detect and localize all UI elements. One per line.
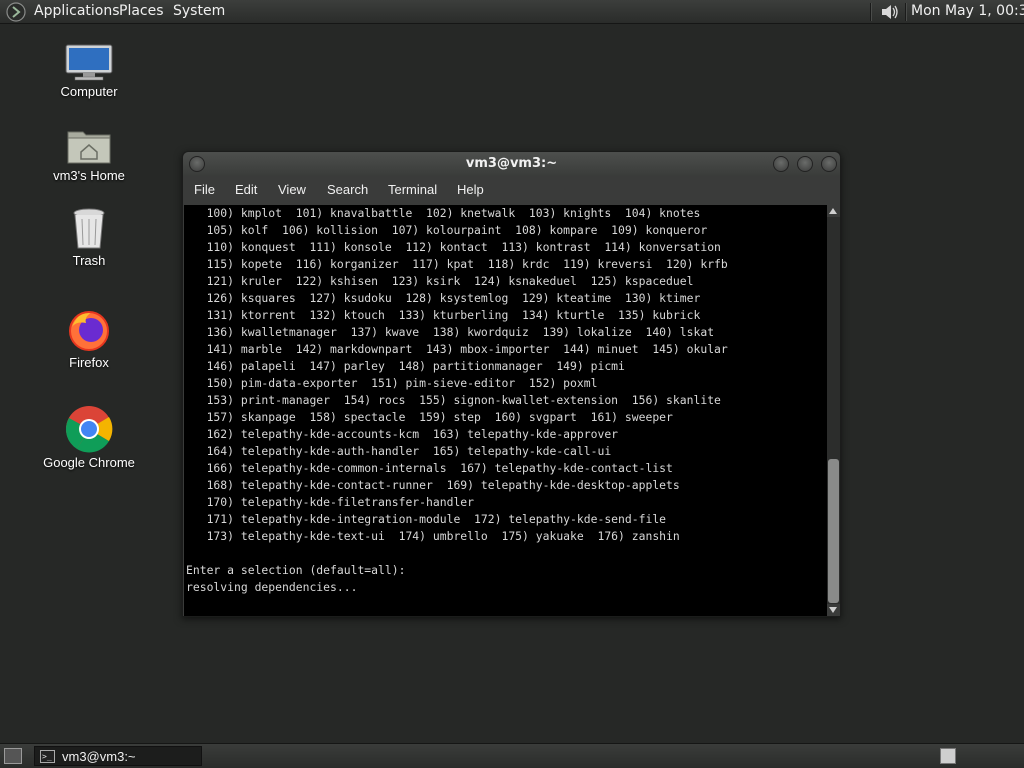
show-desktop-icon[interactable]: [4, 748, 22, 764]
terminal-line: 146) palapeli 147) parley 148) partition…: [186, 359, 625, 373]
terminal-line: 126) ksquares 127) ksudoku 128) ksysteml…: [186, 291, 701, 305]
terminal-menubar: File Edit View Search Terminal Help: [183, 176, 840, 204]
scroll-up-arrow-icon[interactable]: [827, 205, 840, 217]
maximize-button[interactable]: [797, 156, 813, 172]
applications-menu[interactable]: Applications: [34, 3, 120, 19]
menu-view[interactable]: View: [278, 182, 306, 197]
chrome-icon: [65, 406, 113, 453]
desktop-icon-label: Google Chrome: [43, 455, 135, 470]
desktop-icon-trash[interactable]: Trash: [34, 207, 144, 268]
terminal-line: Enter a selection (default=all):: [186, 563, 406, 577]
terminal-line: 136) kwalletmanager 137) kwave 138) kwor…: [186, 325, 715, 339]
desktop-icon-computer[interactable]: Computer: [34, 44, 144, 99]
menu-edit[interactable]: Edit: [235, 182, 257, 197]
menu-file[interactable]: File: [194, 182, 215, 197]
terminal-line: 162) telepathy-kde-accounts-kcm 163) tel…: [186, 427, 619, 441]
panel-separator: [905, 3, 907, 21]
places-menu[interactable]: Places: [119, 3, 164, 19]
terminal-line: 141) marble 142) markdownpart 143) mbox-…: [186, 342, 728, 356]
terminal-line: resolving dependencies...: [186, 580, 358, 594]
desktop-icon-firefox[interactable]: Firefox: [34, 307, 144, 370]
terminal-line: 100) kmplot 101) knavalbattle 102) knetw…: [186, 206, 701, 220]
home-folder-icon: [67, 131, 111, 164]
terminal-line: 166) telepathy-kde-common-internals 167)…: [186, 461, 673, 475]
menu-terminal[interactable]: Terminal: [388, 182, 437, 197]
desktop-icon-label: Computer: [60, 84, 118, 99]
window-title: vm3@vm3:~: [465, 156, 558, 171]
terminal-line: 105) kolf 106) kollision 107) kolourpain…: [186, 223, 708, 237]
desktop-icon-chrome[interactable]: Google Chrome: [34, 405, 144, 470]
scroll-down-arrow-icon[interactable]: [827, 604, 840, 616]
menu-search[interactable]: Search: [327, 182, 368, 197]
terminal-line: 173) telepathy-kde-text-ui 174) umbrello…: [186, 529, 680, 543]
terminal-line: 164) telepathy-kde-auth-handler 165) tel…: [186, 444, 612, 458]
firefox-icon: [69, 311, 109, 351]
terminal-line: 170) telepathy-kde-filetransfer-handler: [186, 495, 475, 509]
volume-icon[interactable]: [879, 2, 901, 22]
terminal-line: 171) telepathy-kde-integration-module 17…: [186, 512, 667, 526]
close-button[interactable]: [821, 156, 837, 172]
taskbar-item-label: vm3@vm3:~: [62, 749, 136, 764]
desktop-icon-label: Firefox: [69, 355, 109, 370]
gnome-foot-logo-icon[interactable]: [6, 2, 26, 22]
terminal-line: 115) kopete 116) korganizer 117) kpat 11…: [186, 257, 728, 271]
taskbar-item-terminal[interactable]: >_ vm3@vm3:~: [34, 746, 202, 766]
minimize-button[interactable]: [773, 156, 789, 172]
panel-separator: [870, 3, 872, 21]
desktop-icon-home[interactable]: vm3's Home: [34, 126, 144, 183]
terminal-line: 110) konquest 111) konsole 112) kontact …: [186, 240, 721, 254]
scroll-thumb[interactable]: [828, 459, 839, 603]
window-titlebar[interactable]: vm3@vm3:~: [183, 152, 840, 176]
terminal-line: 157) skanpage 158) spectacle 159) step 1…: [186, 410, 673, 424]
menu-help[interactable]: Help: [457, 182, 484, 197]
terminal-line: 131) ktorrent 132) ktouch 133) kturberli…: [186, 308, 701, 322]
terminal-window[interactable]: vm3@vm3:~ File Edit View Search Terminal…: [182, 151, 841, 617]
terminal-text: 100) kmplot 101) knavalbattle 102) knetw…: [186, 205, 728, 596]
desktop-icon-label: Trash: [72, 253, 106, 268]
terminal-line: 168) telepathy-kde-contact-runner 169) t…: [186, 478, 680, 492]
system-menu[interactable]: System: [173, 3, 225, 19]
clock[interactable]: Mon May 1, 00:36: [911, 3, 1024, 19]
terminal-output[interactable]: 100) kmplot 101) knavalbattle 102) knetw…: [184, 205, 827, 616]
terminal-scrollbar[interactable]: [827, 205, 840, 616]
terminal-line: 121) kruler 122) kshisen 123) ksirk 124)…: [186, 274, 694, 288]
top-panel: Applications Places System Mon May 1, 00…: [0, 0, 1024, 24]
trash-icon: [73, 208, 105, 249]
desktop-icon-label: vm3's Home: [53, 168, 125, 183]
bottom-panel: >_ vm3@vm3:~: [0, 743, 1024, 768]
workspace-switcher[interactable]: [940, 748, 956, 764]
computer-icon: [65, 44, 113, 81]
terminal-line: 150) pim-data-exporter 151) pim-sieve-ed…: [186, 376, 598, 390]
terminal-line: 153) print-manager 154) rocs 155) signon…: [186, 393, 721, 407]
terminal-icon: >_: [40, 750, 55, 763]
